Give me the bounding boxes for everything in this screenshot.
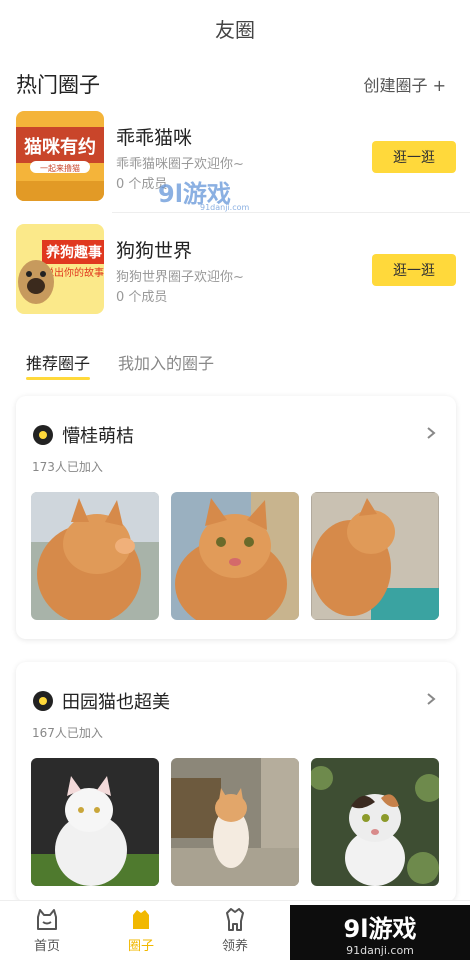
cat-photo[interactable] [31, 492, 159, 620]
card-joined-count: 173人已加入 [32, 460, 103, 474]
card-joined-count: 167人已加入 [32, 726, 103, 740]
adopt-icon [226, 908, 244, 931]
tab-adopt[interactable]: 领养 [188, 901, 282, 960]
cat-photo[interactable] [171, 492, 299, 620]
visit-button[interactable]: 逛一逛 [372, 254, 456, 286]
circle-name: 狗狗世界 [116, 240, 193, 262]
card-photos [31, 492, 439, 620]
hot-circle-row[interactable]: 养狗趣事 说出你的故事 狗狗世界 狗狗世界圈子欢迎你~ 0 个成员 逛一逛 [16, 224, 456, 316]
record-icon [33, 691, 53, 711]
chevron-right-icon[interactable] [424, 426, 438, 440]
cat-photo[interactable] [31, 758, 159, 886]
cat-home-icon [37, 909, 57, 930]
circle-card[interactable]: 懵桂萌桔 173人已加入 [16, 396, 456, 639]
circle-description: 狗狗世界圈子欢迎你~ [116, 270, 244, 285]
circle-icon [133, 910, 149, 929]
tab-label: 首页 [33, 939, 60, 954]
section-title: 热门圈子 [16, 73, 100, 97]
divider [112, 212, 470, 213]
record-icon [33, 425, 53, 445]
cat-photo[interactable] [171, 758, 299, 886]
watermark-url: 91danji.com [346, 943, 414, 957]
circle-tabs: 推荐圈子 我加入的圈子 [26, 342, 214, 382]
top-bar: 友圈 [0, 0, 470, 56]
card-title-row: 田园猫也超美 [32, 688, 170, 714]
tab-joined[interactable]: 我加入的圈子 [118, 342, 214, 382]
watermark-logo: 9l游戏 91danji.com [156, 176, 252, 212]
circle-thumbnail: 猫咪有约 一起来撸猫 [16, 111, 104, 201]
tab-recommended[interactable]: 推荐圈子 [26, 342, 91, 382]
circle-description: 乖乖猫咪圈子欢迎你~ [116, 157, 244, 172]
cat-photo[interactable] [311, 492, 439, 620]
tab-circle[interactable]: 圈子 [94, 901, 188, 960]
tab-label: 圈子 [127, 939, 154, 954]
hot-circles-header: 热门圈子 创建圈子 + [16, 66, 446, 102]
visit-button[interactable]: 逛一逛 [372, 141, 456, 173]
thumb-subtext: 一起来撸猫 [40, 163, 80, 173]
chevron-right-icon[interactable] [424, 692, 438, 706]
card-title-row: 懵桂萌桔 [32, 422, 134, 448]
circle-name: 乖乖猫咪 [116, 127, 193, 149]
page-title: 友圈 [215, 17, 255, 42]
circle-member-count: 0 个成员 [116, 290, 168, 305]
card-title: 懵桂萌桔 [62, 426, 134, 447]
cat-photo[interactable] [311, 758, 439, 886]
thumb-text: 养狗趣事 [45, 244, 102, 261]
thumb-text: 猫咪有约 [24, 136, 96, 158]
watermark-brand: 9l游戏 [343, 914, 417, 943]
card-photos [31, 758, 439, 886]
tab-home[interactable]: 首页 [0, 901, 94, 960]
svg-text:91danji.com: 91danji.com [200, 203, 250, 212]
watermark-banner: 9l游戏 91danji.com [290, 905, 470, 960]
circle-card[interactable]: 田园猫也超美 167人已加入 [16, 662, 456, 902]
card-title: 田园猫也超美 [62, 692, 170, 713]
circle-thumbnail: 养狗趣事 说出你的故事 [16, 224, 104, 314]
tab-label: 领养 [221, 939, 248, 954]
create-circle-button[interactable]: 创建圈子 + [364, 72, 447, 96]
